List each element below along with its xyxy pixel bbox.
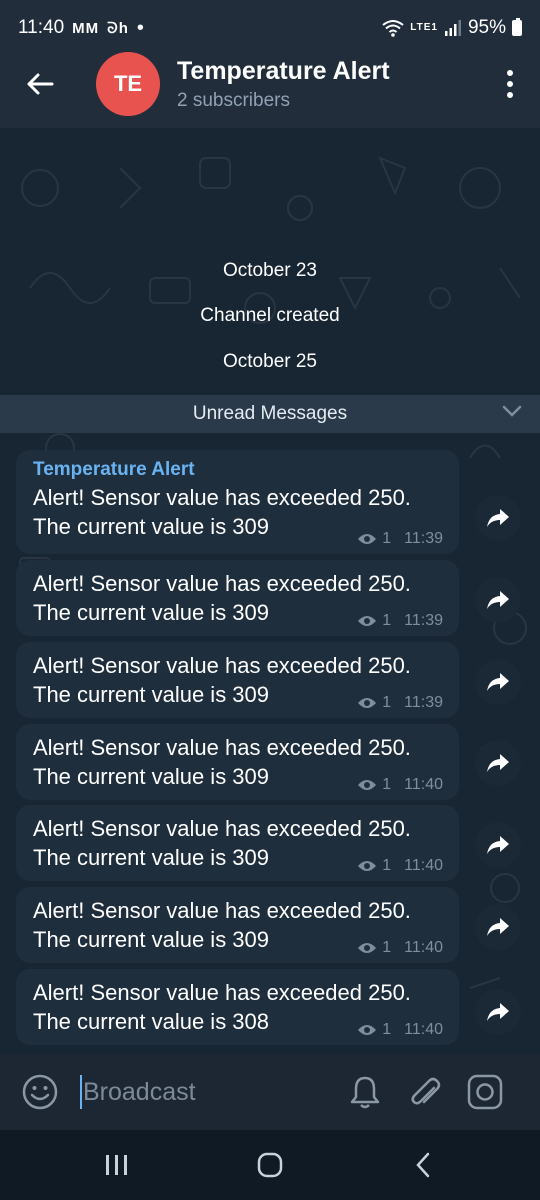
forward-button[interactable] <box>475 904 521 950</box>
views-eye-icon <box>358 534 377 544</box>
message-bubble[interactable]: Temperature Alert Alert! Sensor value ha… <box>16 450 459 554</box>
message-meta: 1 11:40 <box>357 857 443 875</box>
share-arrow-icon <box>487 591 509 609</box>
view-count: 1 <box>382 530 392 547</box>
message-time: 11:39 <box>404 612 443 629</box>
share-arrow-icon <box>487 918 509 936</box>
channel-avatar[interactable]: TE <box>96 52 160 116</box>
message-meta: 1 11:39 <box>357 694 443 712</box>
chevron-left-icon <box>416 1152 430 1178</box>
message-time: 11:39 <box>404 694 443 711</box>
message-sender[interactable]: Temperature Alert <box>33 459 443 481</box>
view-count: 1 <box>382 612 392 629</box>
share-arrow-icon <box>487 836 509 854</box>
camera-icon <box>467 1074 503 1110</box>
system-navigation-bar <box>0 1130 540 1200</box>
views-eye-icon <box>358 1025 377 1035</box>
view-count: 1 <box>382 939 392 956</box>
text-caret <box>80 1075 82 1109</box>
emoji-icon <box>22 1074 58 1110</box>
view-count: 1 <box>382 1021 392 1038</box>
network-type: LTE1 <box>410 22 438 33</box>
bell-icon <box>350 1076 380 1109</box>
battery-percent: 95% <box>467 17 506 38</box>
more-notifications-dot: • <box>136 16 144 39</box>
kebab-dot-icon <box>507 81 513 87</box>
recent-apps-button[interactable] <box>77 1135 157 1195</box>
forward-button[interactable] <box>475 495 521 541</box>
views-eye-icon <box>358 943 377 953</box>
chat-area[interactable]: October 23 Channel created October 25 Un… <box>0 128 540 1054</box>
channel-info[interactable]: Temperature Alert 2 subscribers <box>177 57 390 112</box>
share-arrow-icon <box>487 754 509 772</box>
emoji-button[interactable] <box>0 1054 80 1130</box>
attach-button[interactable] <box>395 1054 455 1130</box>
message-meta: 1 11:40 <box>357 939 443 957</box>
signal-icon <box>444 20 461 36</box>
forward-button[interactable] <box>475 989 521 1035</box>
app-notification-icon: ᘐh <box>107 19 129 37</box>
forward-button[interactable] <box>475 577 521 623</box>
message-meta: 1 11:40 <box>357 776 443 794</box>
more-options-button[interactable] <box>480 40 540 128</box>
message-input-bar: Broadcast <box>0 1054 540 1130</box>
views-eye-icon <box>358 861 377 871</box>
home-icon <box>257 1152 283 1178</box>
channel-subtitle: 2 subscribers <box>177 89 290 111</box>
paperclip-icon <box>411 1077 441 1105</box>
message-bubble[interactable]: Alert! Sensor value has exceeded 250. Th… <box>16 805 459 881</box>
view-count: 1 <box>382 776 392 793</box>
silent-broadcast-button[interactable] <box>335 1054 395 1130</box>
message-time: 11:39 <box>404 530 443 547</box>
view-count: 1 <box>382 857 392 874</box>
message-bubble[interactable]: Alert! Sensor value has exceeded 250. Th… <box>16 969 459 1045</box>
message-bubble[interactable]: Alert! Sensor value has exceeded 250. Th… <box>16 642 459 718</box>
message-meta: 1 11:39 <box>357 612 443 630</box>
back-arrow-icon <box>27 73 54 95</box>
share-arrow-icon <box>487 509 509 527</box>
message-meta: 1 11:40 <box>357 1021 443 1039</box>
share-arrow-icon <box>487 1003 509 1021</box>
views-eye-icon <box>358 698 377 708</box>
broadcast-input[interactable]: Broadcast <box>80 1072 335 1112</box>
kebab-dot-icon <box>507 92 513 98</box>
wifi-icon <box>382 20 404 37</box>
views-eye-icon <box>358 616 377 626</box>
input-placeholder: Broadcast <box>83 1077 196 1106</box>
chevron-down-icon[interactable] <box>502 404 522 418</box>
message-time: 11:40 <box>404 776 443 793</box>
view-count: 1 <box>382 694 392 711</box>
message-time: 11:40 <box>404 1021 443 1038</box>
unread-label: Unread Messages <box>192 403 348 424</box>
date-separator: October 25 <box>223 351 317 372</box>
battery-icon <box>512 18 522 36</box>
system-back-button[interactable] <box>383 1135 463 1195</box>
date-separator: October 23 <box>223 260 317 281</box>
kebab-dot-icon <box>507 70 513 76</box>
status-time: 11:40 <box>18 17 65 38</box>
message-bubble[interactable]: Alert! Sensor value has exceeded 250. Th… <box>16 724 459 800</box>
message-bubble[interactable]: Alert! Sensor value has exceeded 250. Th… <box>16 560 459 636</box>
message-time: 11:40 <box>404 857 443 874</box>
forward-button[interactable] <box>475 659 521 705</box>
message-meta: 1 11:39 <box>357 530 443 548</box>
message-time: 11:40 <box>404 939 443 956</box>
share-arrow-icon <box>487 673 509 691</box>
unread-messages-divider: Unread Messages <box>0 395 540 433</box>
forward-button[interactable] <box>475 822 521 868</box>
views-eye-icon <box>358 780 377 790</box>
service-message: Channel created <box>200 305 340 326</box>
recents-icon <box>105 1155 127 1175</box>
camera-button[interactable] <box>455 1054 515 1130</box>
gmail-notification-icons: MM <box>72 19 100 37</box>
home-button[interactable] <box>230 1135 310 1195</box>
message-bubble[interactable]: Alert! Sensor value has exceeded 250. Th… <box>16 887 459 963</box>
forward-button[interactable] <box>475 740 521 786</box>
chat-header: TE Temperature Alert 2 subscribers <box>0 40 540 128</box>
back-button[interactable] <box>0 40 80 128</box>
channel-title: Temperature Alert <box>177 56 390 85</box>
